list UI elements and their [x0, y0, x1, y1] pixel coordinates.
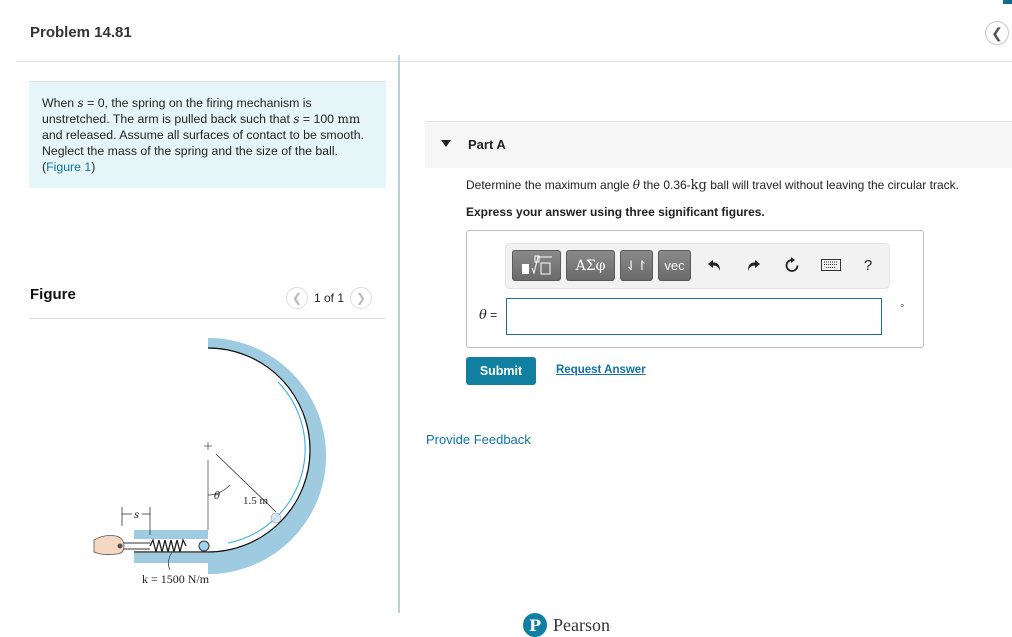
launcher-top	[134, 530, 208, 539]
variable-theta: θ	[632, 178, 640, 192]
figure-image: s θ 1.5 m k = 1500 N/m	[93, 338, 326, 586]
pearson-logo-icon: P	[523, 613, 547, 637]
keyboard-icon	[821, 259, 841, 271]
figure-divider	[29, 318, 385, 319]
label-spring-constant: k = 1500 N/m	[142, 572, 210, 586]
undo-button[interactable]	[703, 252, 727, 278]
figure-page-indicator: 1 of 1	[314, 291, 345, 305]
answer-instruction: Express your answer using three signific…	[466, 205, 765, 219]
caret-down-icon[interactable]	[441, 140, 451, 147]
problem-title: Problem 14.81	[30, 24, 132, 41]
math-toolbar: ΑΣφ ⇃↾ vec ?	[505, 243, 890, 289]
degree-unit: °	[900, 303, 905, 315]
part-title: Part A	[468, 137, 506, 152]
request-answer-link[interactable]: Request Answer	[556, 364, 646, 376]
problem-statement: When s = 0, the spring on the firing mec…	[29, 81, 386, 188]
panel-divider[interactable]	[398, 55, 400, 613]
equals-sign: =	[486, 308, 498, 322]
answer-panel: ΑΣφ ⇃↾ vec ? θ = °	[466, 230, 924, 348]
unit-kg: kg	[690, 178, 707, 193]
answer-input[interactable]	[506, 298, 882, 335]
problem-text: = 100	[299, 112, 338, 126]
answer-label: θ =	[479, 308, 497, 323]
reset-icon	[785, 257, 799, 272]
submit-button[interactable]: Submit	[466, 357, 536, 385]
undo-icon	[708, 260, 720, 271]
pearson-wordmark: Pearson	[553, 614, 610, 635]
pearson-brand: P Pearson	[523, 613, 610, 637]
figure-prev-button[interactable]: ❮	[286, 287, 308, 309]
question-part: ball will travel without leaving the cir…	[706, 178, 959, 192]
part-a-header[interactable]: Part A	[425, 121, 1012, 168]
top-accent-bar	[1003, 0, 1012, 4]
keyboard-button[interactable]	[819, 252, 843, 278]
chevron-left-icon: ❮	[991, 24, 1003, 41]
vector-button[interactable]: vec	[658, 250, 691, 281]
header-divider	[16, 61, 1012, 62]
ball	[198, 540, 210, 552]
ball-position	[270, 512, 282, 524]
track-band	[208, 338, 326, 574]
label-radius: 1.5 m	[243, 495, 269, 507]
redo-button[interactable]	[741, 252, 765, 278]
figure-link[interactable]: Figure 1	[46, 160, 91, 174]
figure-next-button[interactable]: ❯	[350, 287, 373, 309]
chevron-right-icon: ❯	[356, 291, 367, 305]
chevron-left-icon: ❮	[291, 291, 303, 305]
plunger-knob	[117, 543, 123, 549]
help-button[interactable]: ?	[856, 252, 880, 278]
variable-theta: θ	[479, 308, 487, 323]
back-button[interactable]: ❮	[985, 21, 1009, 45]
greek-symbols-button[interactable]: ΑΣφ	[566, 250, 615, 281]
templates-icon	[521, 255, 552, 275]
spring	[149, 538, 187, 553]
question-text: Determine the maximum angle θ the 0.36-k…	[466, 178, 959, 193]
problem-text: When	[42, 96, 78, 110]
redo-icon	[748, 260, 760, 271]
label-s: s	[134, 510, 139, 521]
templates-button[interactable]	[512, 250, 561, 281]
figure-title: Figure	[30, 286, 76, 303]
label-theta: θ	[214, 491, 220, 502]
help-icon: ?	[863, 256, 873, 274]
problem-text: )	[91, 160, 96, 174]
question-part: the 0.36-	[639, 178, 691, 192]
question-part: Determine the maximum angle	[466, 178, 633, 192]
reset-button[interactable]	[780, 252, 804, 278]
provide-feedback-link[interactable]: Provide Feedback	[426, 432, 531, 447]
unit-mm: mm	[337, 112, 361, 126]
figure-pager: ❮ 1 of 1 ❯	[286, 287, 373, 309]
arrows-button[interactable]: ⇃↾	[620, 250, 653, 281]
